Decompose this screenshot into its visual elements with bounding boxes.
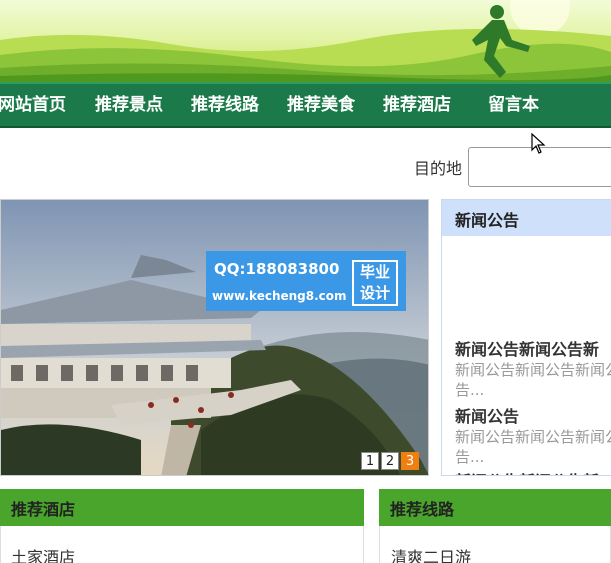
main-nav: 网站首页 推荐景点 推荐线路 推荐美食 推荐酒店 留言本 [0,82,611,128]
hotel-list-item[interactable]: 土家酒店 [11,544,75,563]
qq-watermark: QQ:188083800 www.kecheng8.com 毕业 设计 [206,251,406,311]
news-item-title[interactable]: 新闻公告新闻公告新 [455,468,599,475]
header-banner [0,0,611,82]
slide-page-2[interactable]: 2 [381,452,399,470]
watermark-url-text: www.kecheng8.com [212,289,347,303]
slide-page-1[interactable]: 1 [361,452,379,470]
routes-box-header: 推荐线路 [379,489,611,526]
news-panel-header: 新闻公告 [442,200,611,236]
nav-item-food[interactable]: 推荐美食 [287,84,355,128]
mouse-cursor-icon [531,133,546,154]
mountain-temple-photo [1,200,428,475]
news-item-title[interactable]: 新闻公告新闻公告新 [455,336,599,360]
news-item-title[interactable]: 新闻公告 [455,403,519,427]
routes-box-title: 推荐线路 [390,500,455,519]
nav-item-home[interactable]: 网站首页 [0,84,66,128]
nav-item-guestbook[interactable]: 留言本 [488,84,539,128]
news-panel: 新闻公告 新闻公告新闻公告新 新闻公告新闻公告新闻公告... 新闻公告 新闻公告… [441,199,611,476]
watermark-qq-text: QQ:188083800 [214,260,340,278]
news-item-desc: 新闻公告新闻公告新闻公告... [455,361,611,399]
slide-page-3[interactable]: 3 [401,452,419,470]
banner-landscape-illustration [0,0,611,82]
watermark-graduation-badge: 毕业 设计 [352,260,398,306]
destination-label: 目的地 [414,159,463,178]
image-slideshow[interactable]: QQ:188083800 www.kecheng8.com 毕业 设计 [0,199,429,476]
nav-item-routes[interactable]: 推荐线路 [191,84,259,128]
watermark-badge-line2: 设计 [359,284,390,302]
page: 网站首页 推荐景点 推荐线路 推荐美食 推荐酒店 留言本 目的地 QQ:1880… [0,0,611,563]
nav-item-attractions[interactable]: 推荐景点 [95,84,163,128]
route-list-item[interactable]: 清爽二日游 [391,544,471,563]
news-panel-title: 新闻公告 [455,211,520,230]
hotels-box-header: 推荐酒店 [0,489,364,526]
news-item-desc: 新闻公告新闻公告新闻公告... [455,428,611,466]
watermark-badge-line1: 毕业 [359,263,390,281]
hotels-box-title: 推荐酒店 [11,500,76,519]
nav-item-hotels[interactable]: 推荐酒店 [383,84,451,128]
